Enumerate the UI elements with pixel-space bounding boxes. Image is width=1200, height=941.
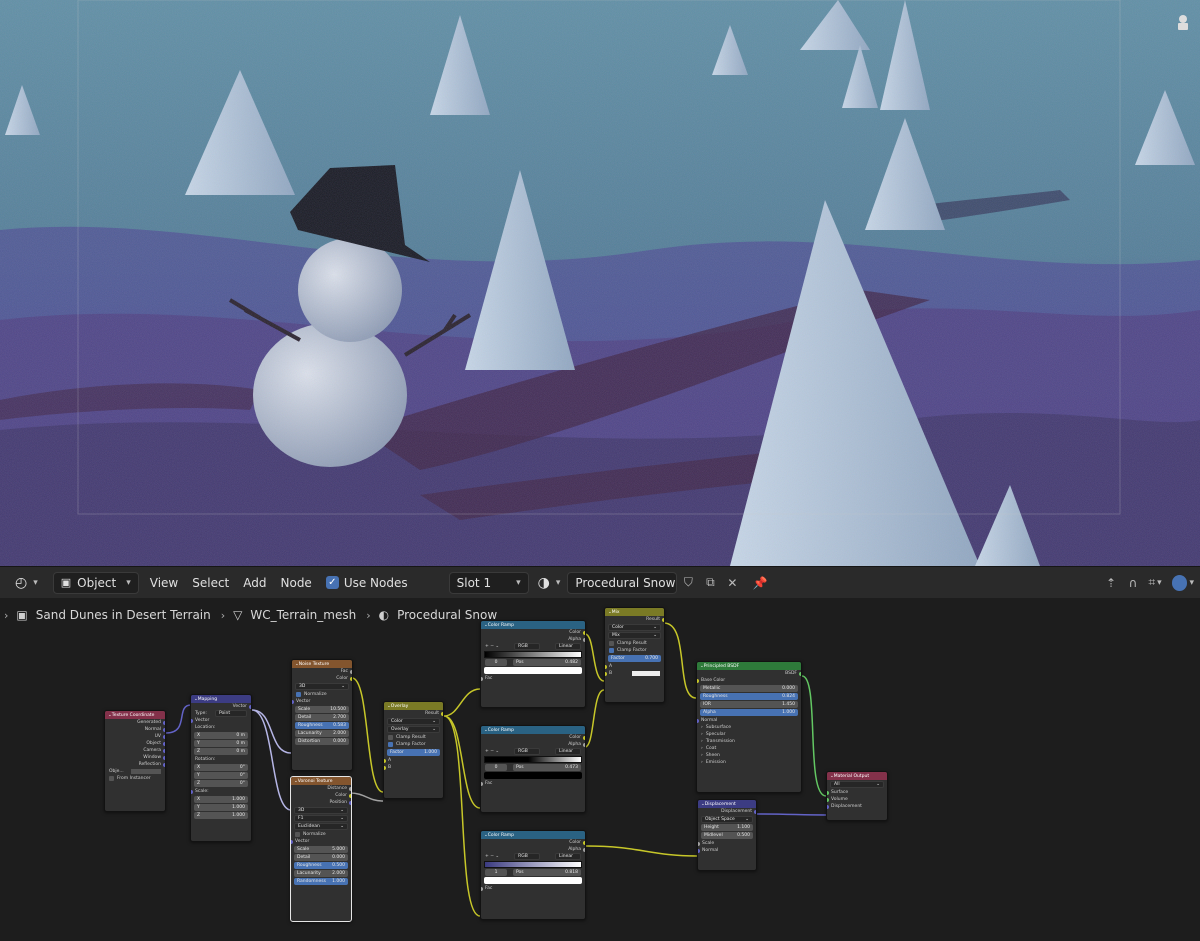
material-sphere-icon: ◑ bbox=[537, 574, 550, 591]
snap-increment-icon[interactable]: ⌗ ▾ bbox=[1144, 572, 1166, 594]
node-links bbox=[165, 622, 827, 917]
object-mode-dropdown[interactable]: ▣ Object ▾ bbox=[52, 571, 139, 594]
fake-user-shield-icon[interactable]: ⛉ bbox=[677, 572, 699, 594]
color-ramp-node-1[interactable]: ⌄ Color Ramp Color Alpha + − ⌄ RGB Linear … bbox=[480, 620, 586, 708]
color-ramp-gradient[interactable] bbox=[484, 861, 582, 868]
breadcrumb-material[interactable]: Procedural Snow bbox=[397, 608, 497, 622]
color-ramp-gradient[interactable] bbox=[484, 651, 582, 658]
displacement-node[interactable]: ⌄ Displacement Displacement Object Space… bbox=[697, 799, 757, 871]
color-ramp-node-2[interactable]: ⌄ Color Ramp Color Alpha + − ⌄ RGB Linear … bbox=[480, 725, 586, 813]
menu-view[interactable]: View bbox=[143, 572, 185, 594]
menu-add[interactable]: Add bbox=[236, 572, 273, 594]
texture-coordinate-node[interactable]: ⌄ Texture Coordinate Generated Normal UV… bbox=[104, 710, 166, 812]
camera-icon[interactable] bbox=[1174, 14, 1192, 32]
breadcrumb-mesh[interactable]: WC_Terrain_mesh bbox=[250, 608, 356, 622]
snap-magnet-icon[interactable]: ∩ bbox=[1122, 572, 1144, 594]
mesh-icon: ▽ bbox=[233, 608, 243, 622]
material-output-node[interactable]: ⌄ Material Output All ⌄ Surface Volume Di… bbox=[826, 771, 888, 821]
overlay-mix-node[interactable]: ⌄ Overlay Result Color ⌄ Overlay ⌄ Clamp R… bbox=[383, 701, 444, 799]
render-preview bbox=[0, 0, 1200, 566]
overlay-toggle-icon[interactable]: ▾ bbox=[1172, 572, 1194, 594]
principled-bsdf-node[interactable]: ⌄ Principled BSDF BSDF Base Color Metall… bbox=[696, 661, 802, 793]
mapping-node[interactable]: ⌄ Mapping Vector Type: Point Vector Locat… bbox=[190, 694, 252, 842]
checkmark-icon: ✓ bbox=[325, 576, 339, 589]
object-icon: ▣ bbox=[60, 576, 72, 589]
unlink-close-icon[interactable]: ✕ bbox=[721, 572, 743, 594]
material-browse-button[interactable]: ◑ ▾ bbox=[531, 572, 568, 594]
editor-type-button[interactable]: ◴ ▾ bbox=[8, 572, 45, 594]
ramp-color-swatch[interactable] bbox=[484, 667, 582, 674]
breadcrumb-scene[interactable]: Sand Dunes in Desert Terrain bbox=[36, 608, 211, 622]
pin-icon[interactable]: 📌 bbox=[749, 572, 771, 594]
color-ramp-node-3[interactable]: ⌄ Color Ramp Color Alpha + − ⌄ RGB Linear … bbox=[480, 830, 586, 920]
blender-window: ◴ ▾ ▣ Object ▾ View Select Add Node ✓ Use … bbox=[0, 0, 1200, 941]
slot-dropdown[interactable]: Slot 1 ▾ bbox=[448, 571, 529, 594]
use-nodes-checkbox[interactable]: ✓ Use Nodes bbox=[319, 572, 415, 594]
node-header: ⌄ Texture Coordinate bbox=[105, 711, 165, 719]
voronoi-texture-node[interactable]: ⌄ Voronoi Texture Distance Color Positio… bbox=[290, 776, 352, 922]
color-ramp-gradient[interactable] bbox=[484, 756, 582, 763]
parent-node-tree-icon[interactable]: ⇡ bbox=[1100, 572, 1122, 594]
ramp-color-swatch[interactable] bbox=[484, 877, 582, 884]
scene-icon: ▣ bbox=[16, 608, 28, 622]
material-icon: ◐ bbox=[378, 608, 390, 622]
mix-node[interactable]: ⌄ Mix Result Color ⌄ Mix ⌄ Clamp Result Cl… bbox=[604, 607, 665, 703]
noise-texture-node[interactable]: ⌄ Noise Texture Fac Color 3D ⌄ Normalize … bbox=[291, 659, 353, 771]
render-viewport[interactable] bbox=[0, 0, 1200, 566]
node-editor-icon: ◴ bbox=[15, 574, 28, 591]
shader-node-editor[interactable]: › ▣ Sand Dunes in Desert Terrain › ▽ WC_Terr… bbox=[0, 598, 1200, 941]
material-name-field[interactable]: Procedural Snow bbox=[567, 571, 678, 594]
menu-select[interactable]: Select bbox=[185, 572, 236, 594]
ramp-color-swatch[interactable] bbox=[484, 772, 582, 779]
duplicate-material-icon[interactable]: ⧉ bbox=[699, 572, 721, 594]
node-editor-header: ◴ ▾ ▣ Object ▾ View Select Add Node ✓ Use … bbox=[0, 566, 1200, 598]
breadcrumb: › ▣ Sand Dunes in Desert Terrain › ▽ WC_Terr… bbox=[4, 608, 498, 622]
menu-node[interactable]: Node bbox=[274, 572, 319, 594]
